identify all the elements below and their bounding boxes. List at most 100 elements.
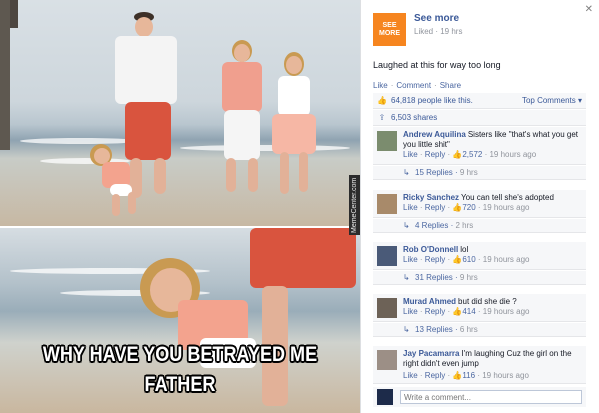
share-icon: ⇪ <box>378 113 386 122</box>
comment-like-link[interactable]: Like <box>403 203 418 212</box>
comment: Rob O'Donnell lol Like · Reply · 👍610 · 1… <box>373 242 586 270</box>
comment-time: 19 hours ago <box>482 307 530 316</box>
comment-reply-link[interactable]: Reply <box>425 255 445 264</box>
replies-link[interactable]: 4 Replies · 2 hrs <box>415 221 473 230</box>
comment-author[interactable]: Ricky Sanchez <box>403 193 459 202</box>
comment-author[interactable]: Jay Pacamarra <box>403 349 460 358</box>
figure-little-girl <box>88 140 148 220</box>
comment-author[interactable]: Rob O'Donnell <box>403 245 458 254</box>
comment-like-count[interactable]: 720 <box>462 203 475 212</box>
replies-count[interactable]: 4 Replies <box>415 221 448 230</box>
replies-time: 6 hrs <box>459 325 478 334</box>
comment-meta: Like · Reply · 👍414 · 19 hours ago <box>403 307 530 316</box>
replies-link[interactable]: 13 Replies · 6 hrs <box>415 325 478 334</box>
comment-meta: Like · Reply · 👍720 · 19 hours ago <box>403 203 530 212</box>
figure-mother <box>212 40 272 200</box>
comment-reply-link[interactable]: Reply <box>425 371 445 380</box>
watermark: MemeCenter.com <box>349 175 360 235</box>
page-logo[interactable]: SEE MORE <box>373 13 406 46</box>
comment-reply-link[interactable]: Reply <box>425 203 445 212</box>
comment-author[interactable]: Andrew Aquilina <box>403 130 466 139</box>
comment-body: Rob O'Donnell lol <box>403 245 583 255</box>
replies-count[interactable]: 13 Replies <box>415 325 453 334</box>
replies-row[interactable]: ↳ 31 Replies · 9 hrs <box>373 271 586 285</box>
comment: Murad Ahmed but did she die ? Like · Repl… <box>373 294 586 322</box>
close-icon[interactable]: ✕ <box>585 4 593 15</box>
comment-time: 19 hours ago <box>489 150 537 159</box>
comment-body: Murad Ahmed but did she die ? <box>403 297 583 307</box>
comment-input[interactable] <box>400 390 582 404</box>
comment-time: 19 hours ago <box>482 203 530 212</box>
post-header: SEE MORE See more Liked · 19 hrs ✕ <box>373 4 593 47</box>
shares-row: ⇪ 6,503 shares <box>373 110 586 126</box>
thumbs-up-icon: 👍 <box>377 96 387 105</box>
replies-time: 9 hrs <box>459 168 478 177</box>
avatar[interactable] <box>377 350 397 370</box>
replies-link[interactable]: 15 Replies · 9 hrs <box>415 168 478 177</box>
separator: · <box>434 81 437 90</box>
reply-arrow-icon: ↳ <box>403 273 410 282</box>
replies-row[interactable]: ↳ 15 Replies · 9 hrs <box>373 166 586 180</box>
replies-count[interactable]: 15 Replies <box>415 168 453 177</box>
comment-like-link[interactable]: Like <box>403 307 418 316</box>
thumbs-up-icon: 👍 <box>452 255 463 264</box>
comment-text: lol <box>460 245 469 254</box>
avatar[interactable] <box>377 194 397 214</box>
comment: Ricky Sanchez You can tell she's adopted … <box>373 190 586 218</box>
pier-post <box>0 0 10 150</box>
comment-meta: Like · Reply · 👍116 · 19 hours ago <box>403 371 529 380</box>
reply-arrow-icon: ↳ <box>403 221 410 230</box>
post-meta: Liked · 19 hrs <box>414 27 463 36</box>
likes-row: 👍 64,818 people like this. Top Comments … <box>373 93 586 109</box>
comment-meta: Like · Reply · 👍610 · 19 hours ago <box>403 255 530 264</box>
page-name-link[interactable]: See more <box>414 13 459 24</box>
meme-caption-line-2: FATHER <box>144 373 216 396</box>
likes-count-link[interactable]: 64,818 people like this. <box>391 96 473 105</box>
like-link[interactable]: Like <box>373 81 388 90</box>
current-user-avatar <box>377 389 393 405</box>
replies-time: 2 hrs <box>455 221 474 230</box>
comment-like-count[interactable]: 116 <box>462 371 475 380</box>
post-text: Laughed at this for way too long <box>373 60 501 70</box>
thumbs-up-icon: 👍 <box>452 371 463 380</box>
comment-body: Jay Pacamarra I'm laughing Cuz the girl o… <box>403 349 583 369</box>
thumbs-up-icon: 👍 <box>452 150 463 159</box>
separator: · <box>390 81 394 90</box>
comment-like-count[interactable]: 2,572 <box>462 150 482 159</box>
top-comments-dropdown[interactable]: Top Comments ▾ <box>522 96 582 105</box>
comment: Jay Pacamarra I'm laughing Cuz the girl o… <box>373 346 586 384</box>
comment-like-count[interactable]: 610 <box>462 255 475 264</box>
comment-like-link[interactable]: Like <box>403 255 418 264</box>
photo-panel-top <box>0 0 360 226</box>
comment-like-count[interactable]: 414 <box>462 307 475 316</box>
reply-arrow-icon: ↳ <box>403 325 410 334</box>
comment-reply-link[interactable]: Reply <box>425 150 445 159</box>
shares-count-link[interactable]: 6,503 shares <box>391 113 437 122</box>
comment-link[interactable]: Comment <box>396 81 431 90</box>
comment-author[interactable]: Murad Ahmed <box>403 297 456 306</box>
comment-meta: Like · Reply · 👍2,572 · 19 hours ago <box>403 150 537 159</box>
replies-time: 9 hrs <box>459 273 478 282</box>
comment-reply-link[interactable]: Reply <box>425 307 445 316</box>
reply-arrow-icon: ↳ <box>403 168 410 177</box>
post-photo[interactable]: MemeCenter.com WHY HAVE YOU BETRAYED ME … <box>0 0 360 413</box>
replies-row[interactable]: ↳ 13 Replies · 6 hrs <box>373 323 586 337</box>
meme-caption-line-1: WHY HAVE YOU BETRAYED ME <box>42 343 318 366</box>
comment-time: 19 hours ago <box>482 371 529 380</box>
share-link[interactable]: Share <box>440 81 461 90</box>
figure-sister <box>266 52 322 202</box>
avatar[interactable] <box>377 246 397 266</box>
write-comment-row <box>373 387 586 407</box>
comment-body: Andrew Aquilina Sisters like "that's what… <box>403 130 583 150</box>
post-sidebar: SEE MORE See more Liked · 19 hrs ✕ Laugh… <box>360 0 599 413</box>
comment-like-link[interactable]: Like <box>403 371 418 380</box>
replies-count[interactable]: 31 Replies <box>415 273 453 282</box>
replies-row[interactable]: ↳ 4 Replies · 2 hrs <box>373 219 586 233</box>
comment-body: Ricky Sanchez You can tell she's adopted <box>403 193 583 203</box>
replies-link[interactable]: 31 Replies · 9 hrs <box>415 273 478 282</box>
comment-time: 19 hours ago <box>482 255 530 264</box>
avatar[interactable] <box>377 131 397 151</box>
post-actions: Like · Comment · Share <box>373 81 461 90</box>
comment-like-link[interactable]: Like <box>403 150 418 159</box>
avatar[interactable] <box>377 298 397 318</box>
